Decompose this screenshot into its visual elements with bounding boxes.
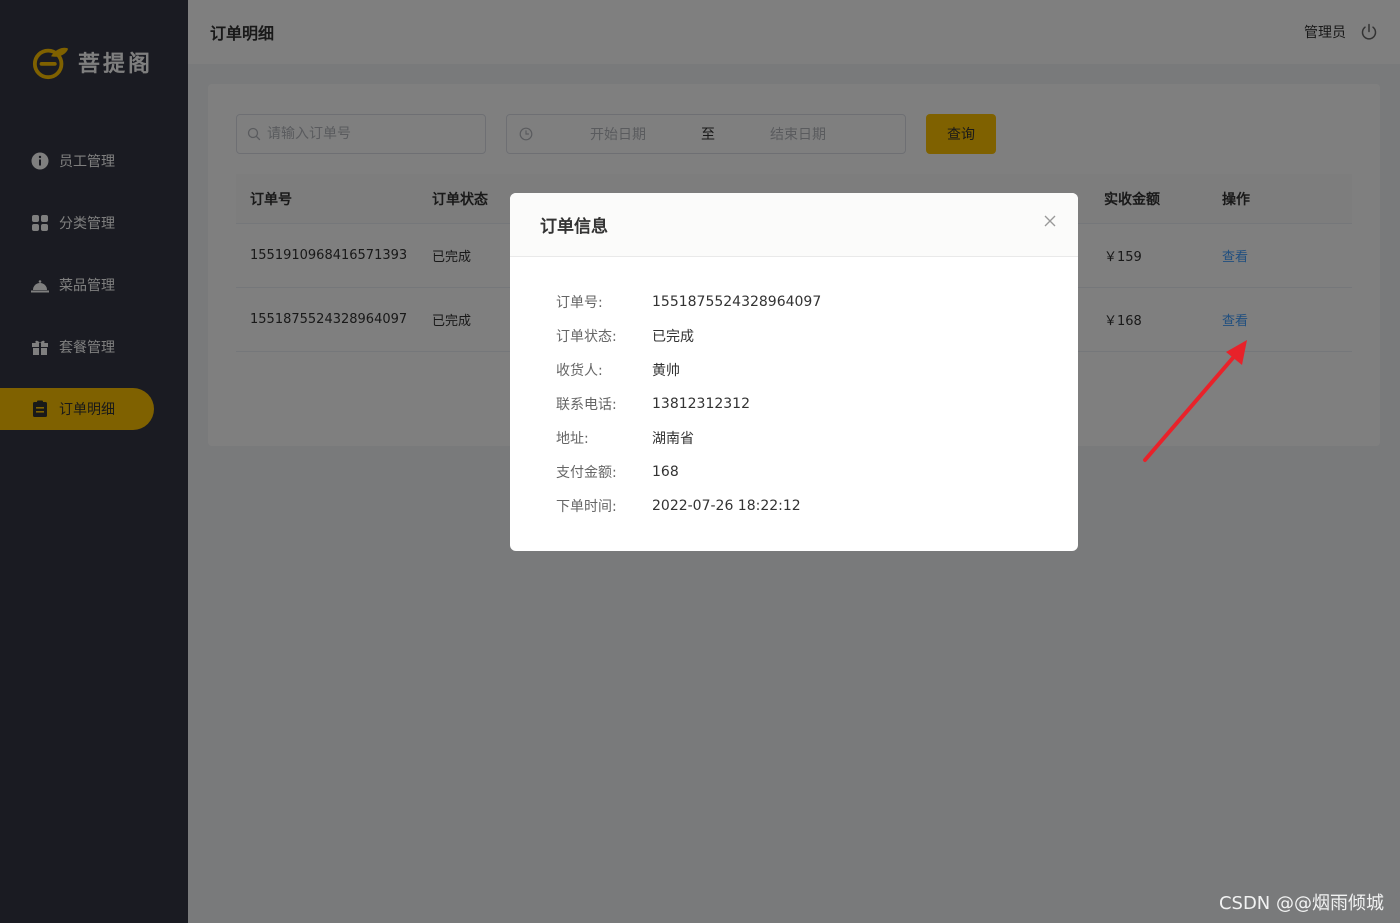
info-value: 湖南省 bbox=[652, 431, 694, 447]
info-value: 1551875524328964097 bbox=[652, 294, 822, 310]
info-value: 13812312312 bbox=[652, 396, 750, 412]
info-row-status: 订单状态: 已完成 bbox=[510, 319, 1078, 353]
info-row-phone: 联系电话: 13812312312 bbox=[510, 387, 1078, 421]
info-label: 收货人: bbox=[556, 363, 603, 379]
info-label: 下单时间: bbox=[556, 499, 617, 515]
info-label: 支付金额: bbox=[556, 465, 617, 481]
info-row-address: 地址: 湖南省 bbox=[510, 421, 1078, 455]
info-row-order-no: 订单号: 1551875524328964097 bbox=[510, 285, 1078, 319]
info-label: 订单号: bbox=[556, 295, 603, 311]
watermark: CSDN @@烟雨倾城 bbox=[1218, 893, 1384, 914]
info-row-amount: 支付金额: 168 bbox=[510, 455, 1078, 489]
info-label: 地址: bbox=[556, 431, 589, 447]
info-label: 联系电话: bbox=[556, 397, 617, 413]
annotation-arrow-icon bbox=[1143, 340, 1247, 462]
dialog-header: 订单信息 bbox=[510, 193, 1078, 257]
info-value: 2022-07-26 18:22:12 bbox=[652, 498, 801, 514]
info-value: 已完成 bbox=[652, 329, 694, 345]
info-row-order-time: 下单时间: 2022-07-26 18:22:12 bbox=[510, 489, 1078, 523]
info-row-consignee: 收货人: 黄帅 bbox=[510, 353, 1078, 387]
info-value: 168 bbox=[652, 464, 679, 480]
dialog-body: 订单号: 1551875524328964097 订单状态: 已完成 收货人: … bbox=[510, 257, 1078, 523]
order-info-dialog: 订单信息 订单号: 1551875524328964097 订单状态: 已完成 … bbox=[510, 193, 1078, 551]
dialog-title: 订单信息 bbox=[540, 217, 608, 237]
app-root: 菩提阁 员工管理 分类管理 菜品管理 bbox=[0, 0, 1400, 923]
info-value: 黄帅 bbox=[652, 363, 680, 379]
close-icon[interactable] bbox=[1042, 213, 1058, 229]
info-label: 订单状态: bbox=[556, 329, 617, 345]
